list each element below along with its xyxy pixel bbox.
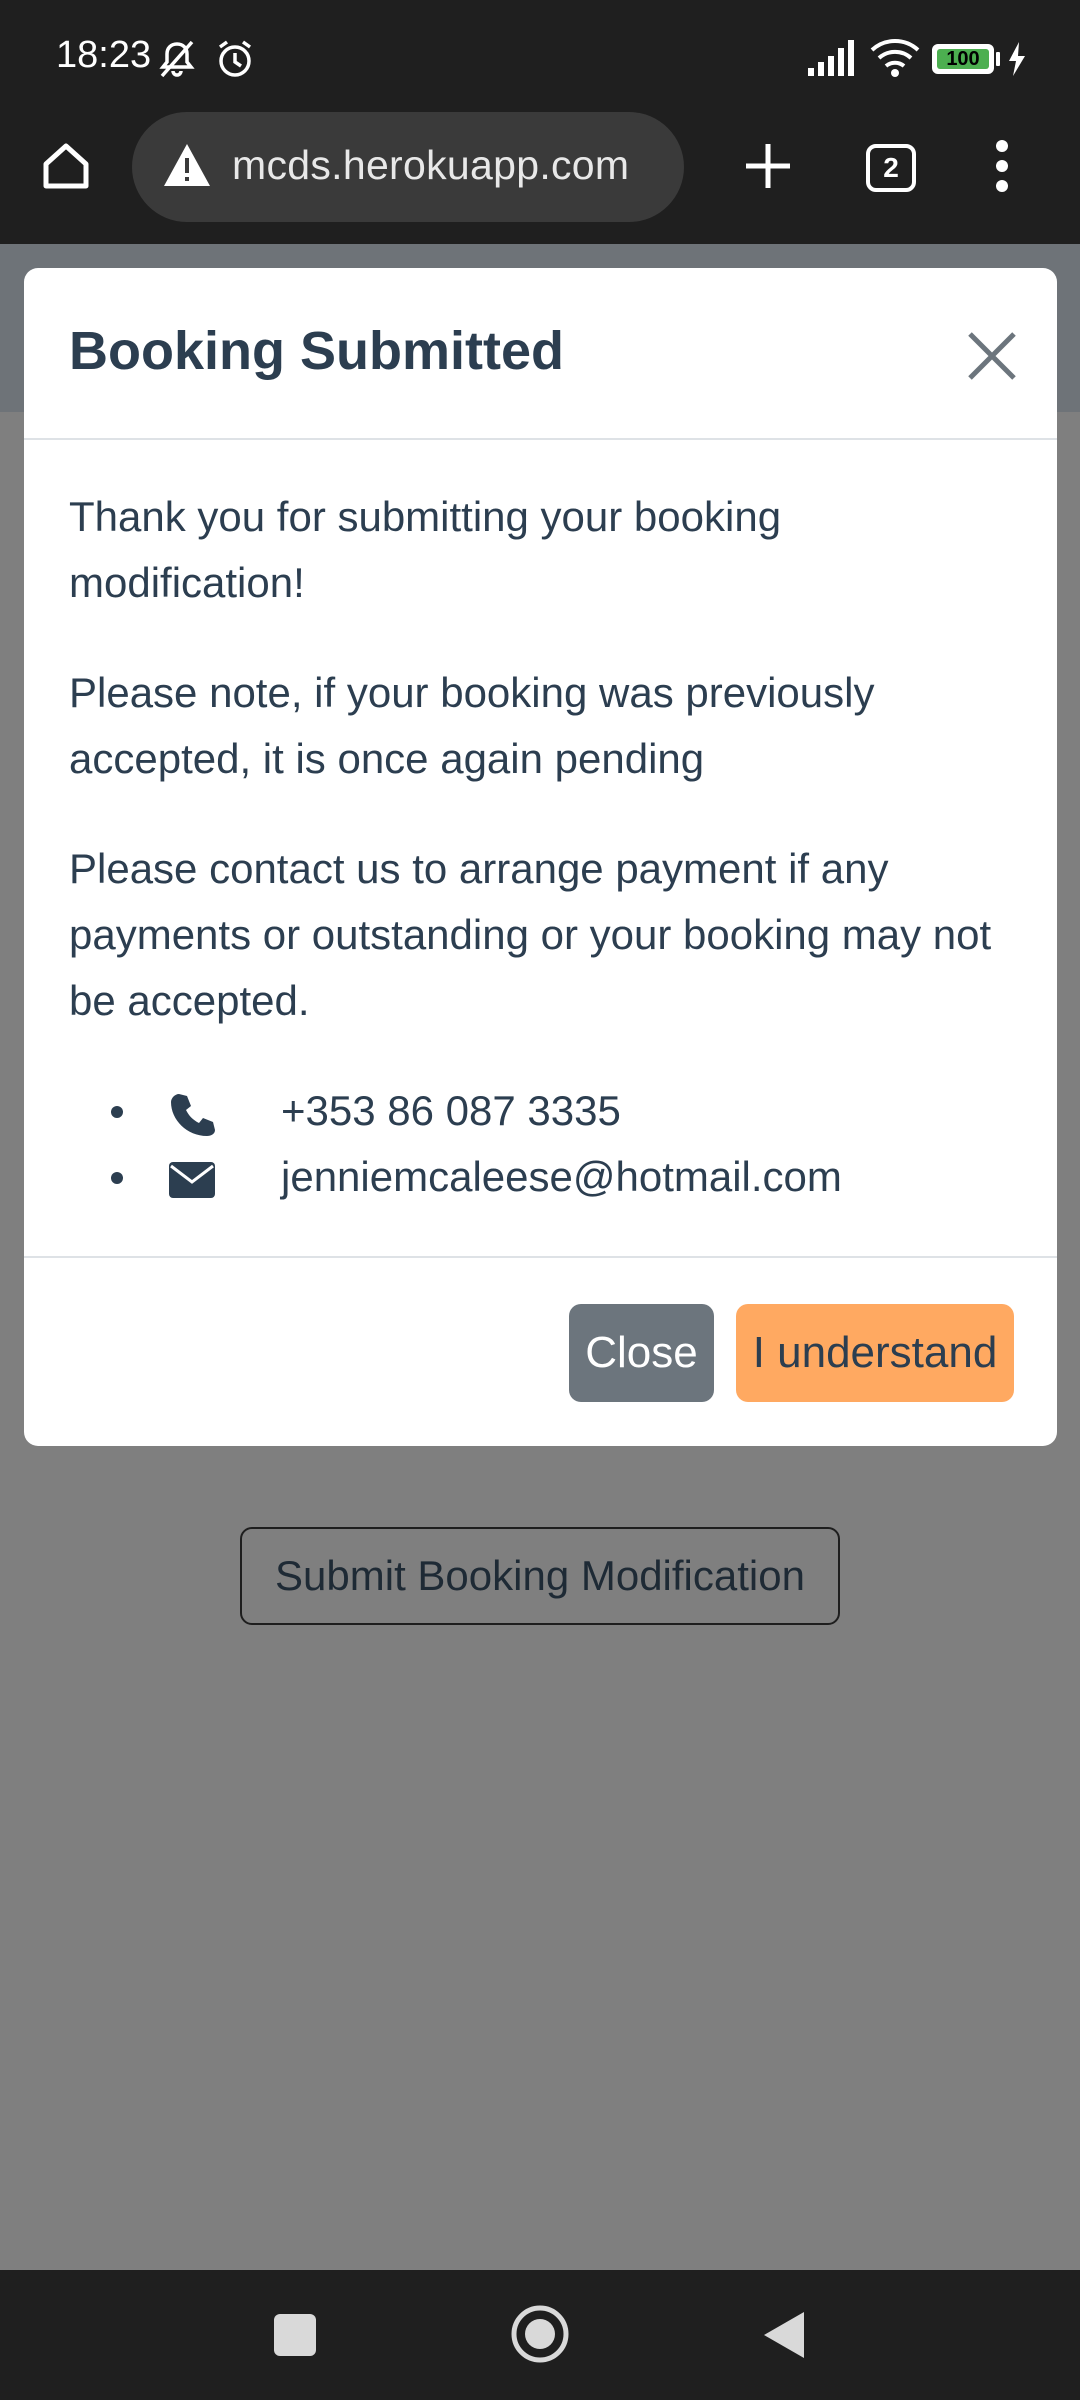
menu-kebab-icon[interactable]	[990, 138, 1014, 194]
new-tab-icon[interactable]	[742, 140, 794, 192]
battery-level: 100	[937, 49, 989, 69]
system-nav-bar	[0, 2270, 1080, 2400]
alarm-icon	[218, 40, 252, 77]
recents-button[interactable]	[274, 2314, 316, 2356]
charging-icon	[1009, 42, 1025, 76]
battery-icon: 100	[932, 44, 994, 74]
home-icon[interactable]	[40, 140, 92, 192]
pending-note-text: Please note, if your booking was previou…	[69, 669, 875, 782]
i-understand-button[interactable]: I understand	[736, 1304, 1014, 1402]
status-time: 18:23	[56, 34, 152, 76]
submit-booking-modification-button[interactable]: Submit Booking Modification	[240, 1527, 840, 1625]
envelope-icon	[169, 1162, 215, 1198]
home-button[interactable]	[510, 2304, 570, 2364]
battery-tip	[996, 52, 1000, 66]
bell-muted-icon	[159, 40, 195, 78]
contact-list: +353 86 087 3335 jenniemcaleese@hotmail.…	[69, 1078, 1019, 1210]
contact-phone-text: +353 86 087 3335	[281, 1087, 621, 1134]
browser-toolbar: mcds.herokuapp.com 2	[0, 112, 1080, 244]
close-icon[interactable]	[964, 328, 1020, 384]
signal-icon	[808, 40, 854, 76]
modal-header: Booking Submitted	[24, 268, 1057, 440]
thank-you-text: Thank you for submitting your booking mo…	[69, 493, 782, 606]
modal-footer: Close I understand	[24, 1256, 1057, 1446]
close-button[interactable]: Close	[569, 1304, 714, 1402]
modal-body: Thank you for submitting your booking mo…	[69, 484, 1019, 1210]
tab-switcher-button[interactable]: 2	[866, 144, 916, 192]
contact-phone-item: +353 86 087 3335	[69, 1078, 1019, 1144]
contact-email-item: jenniemcaleese@hotmail.com	[69, 1144, 1019, 1210]
back-button[interactable]	[762, 2310, 806, 2360]
contact-email-text: jenniemcaleese@hotmail.com	[281, 1153, 842, 1200]
status-bar: 18:23 100	[0, 0, 1080, 112]
warning-icon[interactable]	[162, 142, 212, 188]
booking-submitted-modal: Booking Submitted Thank you for submitti…	[24, 268, 1057, 1446]
url-bar[interactable]: mcds.herokuapp.com	[132, 112, 684, 222]
payment-note-text: Please contact us to arrange payment if …	[69, 845, 992, 1024]
modal-title: Booking Submitted	[69, 321, 564, 381]
bullet	[111, 1106, 123, 1118]
bullet	[111, 1172, 123, 1184]
phone-icon	[171, 1094, 215, 1136]
url-text[interactable]: mcds.herokuapp.com	[232, 142, 629, 189]
wifi-icon	[870, 39, 920, 77]
